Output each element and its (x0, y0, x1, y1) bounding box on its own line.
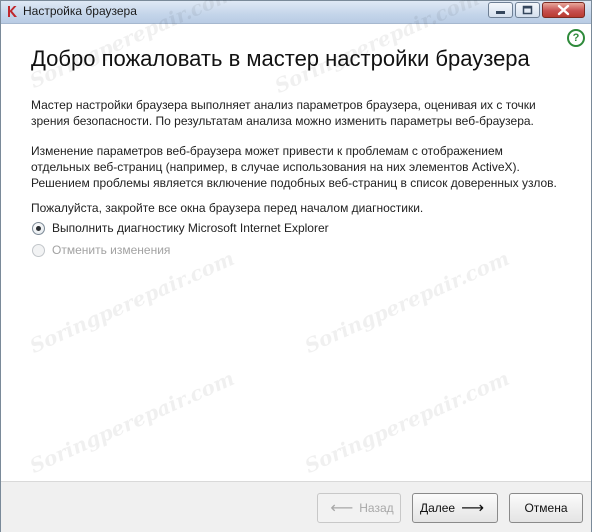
window-title: Настройка браузера (23, 4, 137, 18)
help-icon[interactable]: ? (567, 29, 585, 47)
warning-line: отдельных веб-страниц (например, в случа… (31, 160, 520, 174)
warning-line: Решением проблемы является включение под… (31, 176, 557, 190)
watermark-text: Soringperepair.com (301, 245, 513, 358)
watermark-text: Soringperepair.com (26, 365, 238, 478)
back-button-label: Назад (359, 501, 394, 515)
warning-line: Изменение параметров веб-браузера может … (31, 144, 503, 158)
radio-dot-icon (36, 225, 41, 231)
warning-text: Изменение параметров веб-браузера может … (31, 143, 561, 191)
back-button: ⟵ Назад (317, 493, 401, 523)
window-controls (486, 2, 585, 20)
arrow-right-icon: ⟶ (461, 500, 485, 517)
radio-run-diagnostics[interactable]: Выполнить диагностику Microsoft Internet… (32, 220, 329, 236)
wizard-footer: ⟵ Назад Далее ⟶ Отмена (1, 481, 591, 532)
radio-button-selected[interactable] (32, 221, 45, 235)
title-bar[interactable]: Настройка браузера (1, 1, 591, 24)
radio-undo-changes: Отменить изменения (32, 242, 170, 258)
arrow-left-icon: ⟵ (330, 500, 354, 517)
radio-label-undo-changes: Отменить изменения (52, 243, 171, 257)
maximize-button[interactable] (515, 2, 540, 18)
watermark-text: Soringperepair.com (26, 245, 238, 358)
radio-label-run-diagnostics: Выполнить диагностику Microsoft Internet… (52, 221, 329, 235)
close-icon (557, 4, 570, 16)
close-button[interactable] (542, 2, 585, 18)
kaspersky-app-icon (8, 6, 17, 17)
intro-text: Мастер настройки браузера выполняет анал… (31, 98, 536, 128)
page-title: Добро пожаловать в мастер настройки брау… (31, 46, 530, 71)
minimize-button[interactable] (488, 2, 513, 18)
radio-button-disabled (32, 243, 45, 257)
watermark-text: Soringperepair.com (301, 365, 513, 478)
instruction-text: Пожалуйста, закройте все окна браузера п… (31, 201, 424, 215)
minimize-icon (496, 11, 505, 14)
cancel-button-label: Отмена (524, 501, 568, 515)
wizard-window: Настройка браузера Soringperepair.com So… (0, 0, 592, 532)
next-button[interactable]: Далее ⟶ (412, 493, 498, 523)
cancel-button[interactable]: Отмена (509, 493, 583, 523)
next-button-label: Далее (419, 501, 456, 515)
maximize-icon (522, 5, 533, 15)
